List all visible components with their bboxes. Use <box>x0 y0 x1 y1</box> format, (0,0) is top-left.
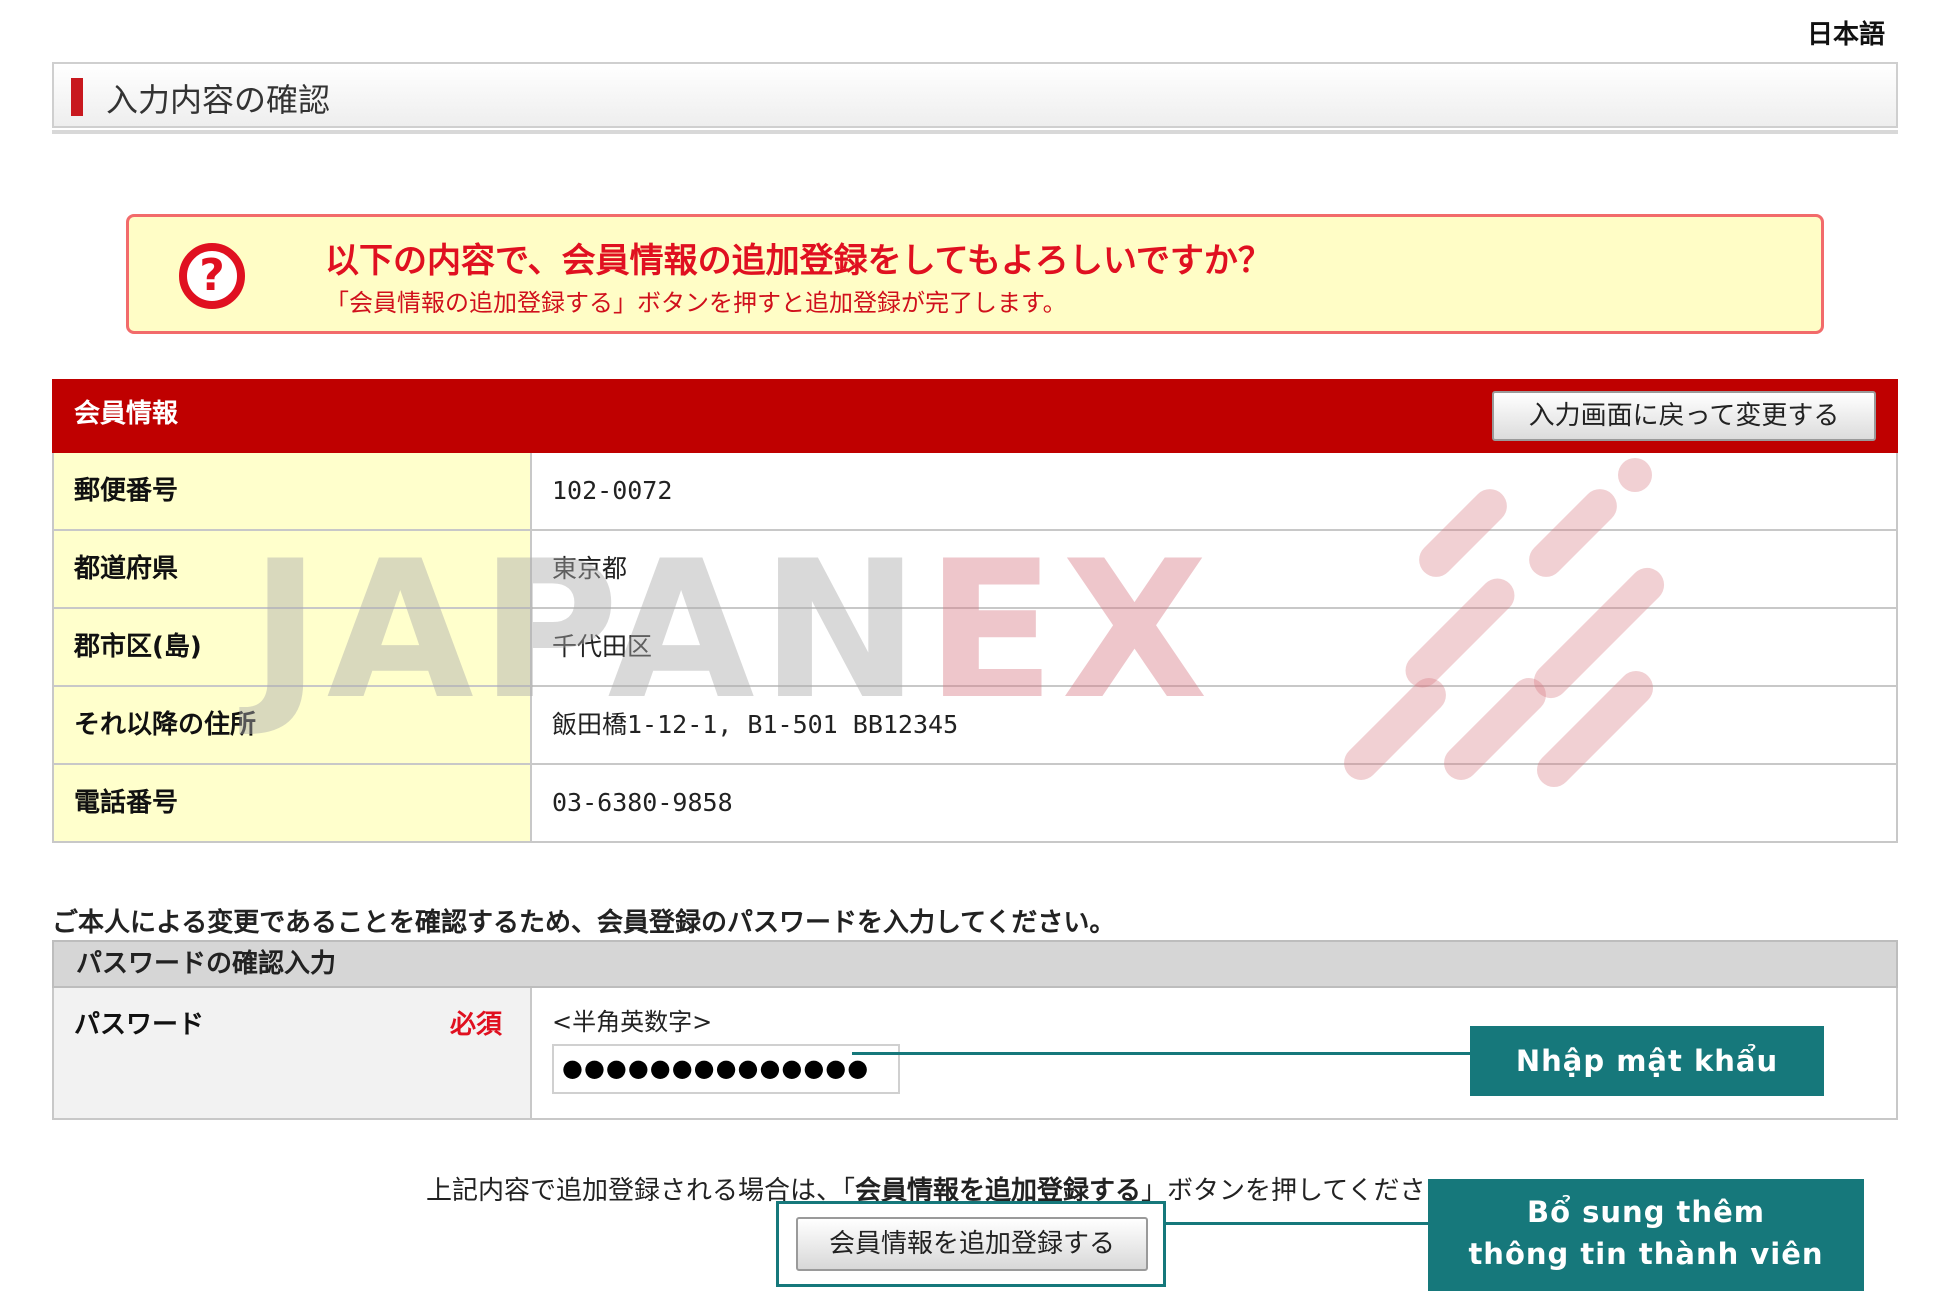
row-label-address: それ以降の住所 <box>54 687 532 763</box>
member-info-title: 会員情報 <box>74 399 179 429</box>
add-callout-line2: thông tin thành viên <box>1468 1237 1824 1271</box>
question-icon: ? <box>179 243 245 309</box>
title-accent <box>71 78 83 116</box>
add-callout-line <box>1166 1222 1428 1225</box>
password-section-header: パスワードの確認入力 <box>52 940 1898 988</box>
row-label-postal-code: 郵便番号 <box>54 453 532 529</box>
table-row: 電話番号 03-6380-9858 <box>52 765 1898 843</box>
confirm-message-box: ? 以下の内容で、会員情報の追加登録をしてもよろしいですか？ 「会員情報の追加登… <box>126 214 1824 334</box>
password-callout-line <box>852 1052 1470 1055</box>
password-hint: <半角英数字> <box>552 1008 713 1036</box>
required-badge: 必須 <box>449 1010 502 1040</box>
confirm-question: 以下の内容で、会員情報の追加登録をしてもよろしいですか？ <box>325 241 1272 281</box>
row-label-city: 郡市区(島) <box>54 609 532 685</box>
password-label: パスワード <box>74 1010 205 1040</box>
member-info-table: 会員情報 入力画面に戻って変更する 郵便番号 102-0072 都道府県 東京都… <box>52 379 1898 843</box>
row-value-address: 飯田橋1-12-1, B1-501 BB12345 <box>532 687 1896 763</box>
row-label-phone: 電話番号 <box>54 765 532 841</box>
back-to-edit-button[interactable]: 入力画面に戻って変更する <box>1492 391 1876 441</box>
member-info-header: 会員情報 入力画面に戻って変更する <box>52 379 1898 453</box>
table-row: それ以降の住所 飯田橋1-12-1, B1-501 BB12345 <box>52 687 1898 765</box>
row-label-prefecture: 都道府県 <box>54 531 532 607</box>
add-info-callout: Bổ sung thêm thông tin thành viên <box>1428 1179 1864 1291</box>
row-value-postal-code: 102-0072 <box>532 453 1896 529</box>
title-divider <box>52 130 1898 134</box>
row-value-prefecture: 東京都 <box>532 531 1896 607</box>
table-row: 郵便番号 102-0072 <box>52 453 1898 531</box>
password-label-cell: パスワード 必須 <box>54 988 532 1118</box>
row-value-phone: 03-6380-9858 <box>532 765 1896 841</box>
table-row: 都道府県 東京都 <box>52 531 1898 609</box>
password-input[interactable]: ●●●●●●●●●●●●●● <box>552 1044 900 1094</box>
page-title-bar: 入力内容の確認 <box>52 62 1898 128</box>
language-link[interactable]: 日本語 <box>1807 14 1885 51</box>
row-value-city: 千代田区 <box>532 609 1896 685</box>
password-callout: Nhập mật khẩu <box>1470 1026 1824 1096</box>
add-member-info-button[interactable]: 会員情報を追加登録する <box>796 1217 1148 1271</box>
password-instruction: ご本人による変更であることを確認するため、会員登録のパスワードを入力してください… <box>52 908 1116 938</box>
add-callout-line1: Bổ sung thêm <box>1527 1195 1765 1229</box>
table-row: 郡市区(島) 千代田区 <box>52 609 1898 687</box>
page-title: 入力内容の確認 <box>106 81 331 119</box>
confirm-note: 「会員情報の追加登録する」ボタンを押すと追加登録が完了します。 <box>325 289 1067 317</box>
